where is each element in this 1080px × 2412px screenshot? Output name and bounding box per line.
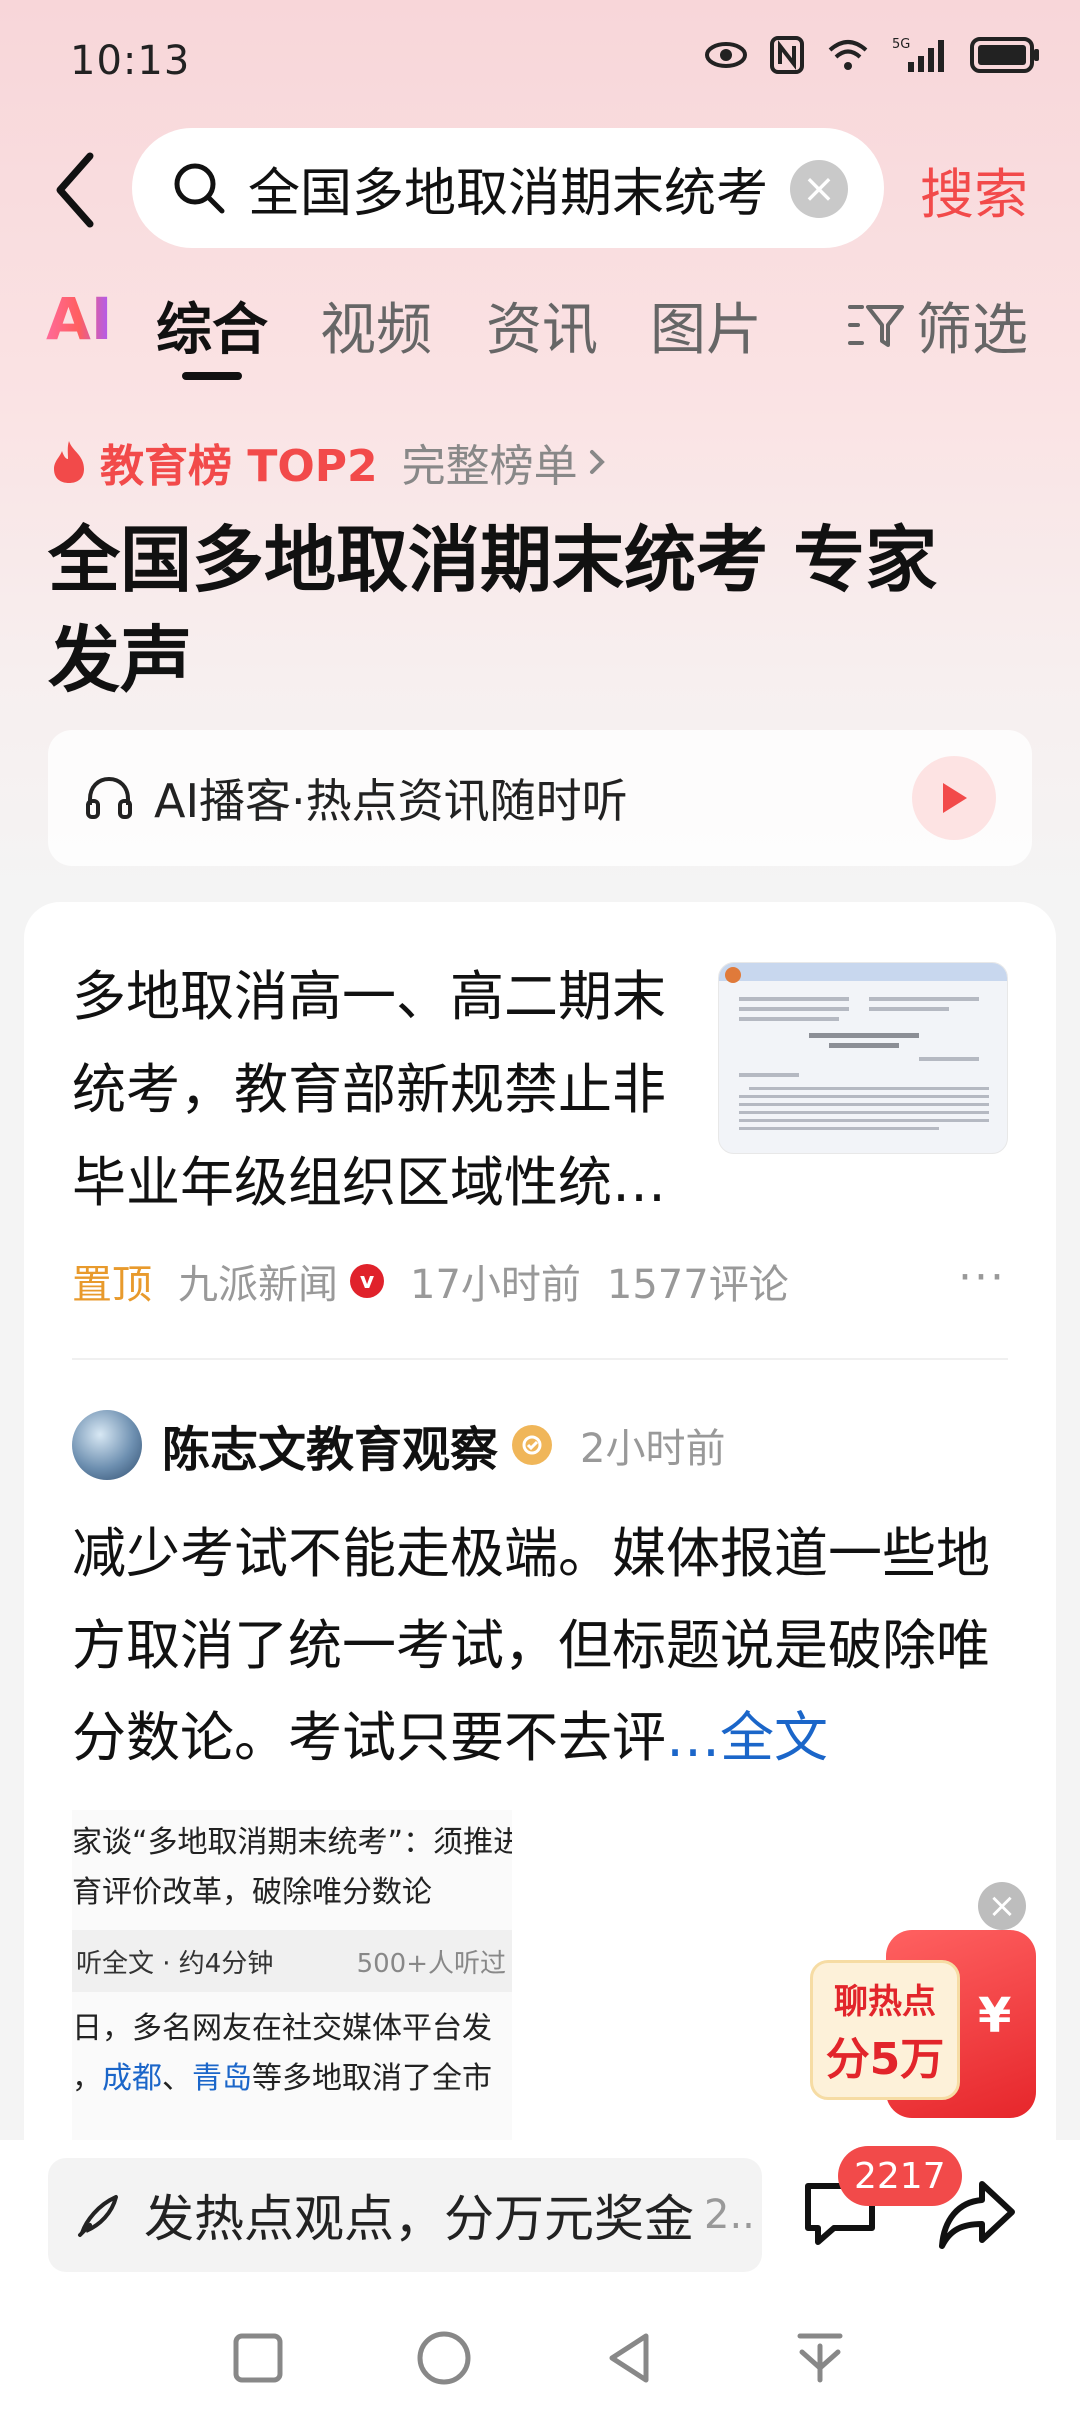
news-source[interactable]: 九派新闻 [178,1252,338,1310]
image-line-4-suffix: 等多地取消了全市 [252,2061,492,2096]
clear-search-button[interactable]: × [790,160,848,218]
tab-ai[interactable]: AI [46,285,112,353]
avatar[interactable] [72,1410,142,1480]
search-input[interactable]: 全国多地取消期末统考 [248,151,768,226]
promo-line-2: 分5万 [825,2033,945,2085]
image-city-2: 青岛 [192,2061,252,2096]
document-preview-image [719,963,1007,1130]
home-nav-icon[interactable] [414,2328,474,2388]
news-meta: 置顶 九派新闻 v 17小时前 1577评论 [72,1252,789,1310]
chevron-right-icon [589,450,605,474]
battery-icon [970,37,1039,73]
post-header: 陈志文教育观察 2小时前 [72,1410,725,1480]
full-text-link[interactable]: …全文 [666,1706,828,1769]
play-icon [943,783,967,813]
comment-more: 2.. [704,2192,755,2238]
tab-bar: AI 综合 视频 资讯 图片 筛选 [0,285,1080,385]
image-city-separator: 、 [162,2061,192,2096]
news-title[interactable]: 多地取消高一、高二期末统考，教育部新规禁止非毕业年级组织区域性统… [72,950,692,1229]
status-icons: 5G [704,36,1040,74]
ai-podcast-bar[interactable]: AI播客·热点资讯随时听 [48,730,1032,866]
promo-card: 聊热点 分5万 [810,1960,960,2100]
verified-badge-icon: v [350,1264,384,1298]
share-button[interactable] [938,2176,1016,2254]
image-line-1: 家谈“多地取消期末统考”：须推进 [72,1825,512,1860]
tab-video[interactable]: 视频 [320,285,432,366]
eye-icon [705,42,747,68]
signal-icon: 5G [892,37,944,72]
nfc-icon [770,36,804,74]
creator-badge-icon [512,1425,553,1465]
filter-icon [848,304,904,347]
image-line-4: ，成都、青岛等多地取消了全市 [72,2054,512,2104]
post-text: 减少考试不能走极端。媒体报道一些地方取消了统一考试，但标题说是破除唯分数论。考试… [72,1522,990,1769]
topic-headline: 全国多地取消期末统考 专家发声 [48,518,938,702]
recents-nav-icon[interactable] [228,2328,288,2388]
search-icon [174,163,225,214]
tab-images[interactable]: 图片 [650,285,762,366]
status-time: 10:13 [70,38,191,84]
image-line-4-prefix: ， [72,2061,102,2096]
share-arrow-icon [939,2181,1015,2249]
comment-input[interactable]: 发热点观点，分万元奖金 2.. [48,2158,762,2272]
tab-comprehensive[interactable]: 综合 [156,285,268,366]
podcast-label: AI播客·热点资讯随时听 [154,774,628,828]
hot-rank-row[interactable]: 教育榜 TOP2 完整榜单 [50,430,610,494]
image-line-2: 育评价改革，破除唯分数论 [72,1875,432,1910]
image-city-1: 成都 [102,2061,162,2096]
tab-news[interactable]: 资讯 [486,285,598,366]
notification-shade-nav-icon[interactable] [790,2328,850,2388]
hot-rank-label: 教育榜 TOP2 [100,441,378,492]
hot-topic-promo[interactable]: ¥ 聊热点 分5万 [810,1918,1036,2118]
network-label: 5G [892,37,910,52]
promo-currency: ¥ [978,1988,1012,2044]
news-comment-count: 1577评论 [606,1262,789,1308]
news-thumbnail[interactable] [718,962,1008,1154]
image-line-3: 日，多名网友在社交媒体平台发 [72,2011,492,2046]
active-tab-indicator [182,372,242,380]
image-listen-count: 500+人听过 [356,1948,506,1979]
back-nav-icon[interactable] [600,2328,660,2388]
news-time: 17小时前 [410,1262,581,1308]
search-button[interactable]: 搜索 [920,150,1028,229]
pen-icon [78,2195,118,2237]
wifi-icon [828,40,868,70]
promo-line-1: 聊热点 [834,1981,936,2022]
more-options-button[interactable]: ··· [958,1252,1006,1303]
chevron-left-icon [56,152,94,228]
image-listen-label: 听全文 · 约4分钟 [76,1948,274,1979]
post-image[interactable]: 家谈“多地取消期末统考”：须推进 育评价改革，破除唯分数论 听全文 · 约4分钟… [72,1810,512,2142]
close-icon: × [802,166,836,212]
filter-label: 筛选 [916,298,1028,363]
divider [72,1358,1008,1360]
pinned-badge: 置顶 [72,1262,152,1308]
search-field[interactable]: 全国多地取消期末统考 × [132,128,884,248]
back-button[interactable] [50,150,100,230]
filter-button[interactable]: 筛选 [846,285,1028,366]
post-time: 2小时前 [580,1426,726,1472]
post-body[interactable]: 减少考试不能走极端。媒体报道一些地方取消了统一考试，但标题说是破除唯分数论。考试… [72,1508,1012,1784]
full-ranking-link[interactable]: 完整榜单 [402,430,578,494]
flame-icon [54,441,84,483]
image-listen-bar: 听全文 · 约4分钟 500+人听过 [72,1930,512,1992]
play-button[interactable] [912,756,996,840]
comment-placeholder: 发热点观点，分万元奖金 [144,2190,694,2248]
headphones-icon [86,776,132,819]
author-name[interactable]: 陈志文教育观察 [162,1410,498,1480]
